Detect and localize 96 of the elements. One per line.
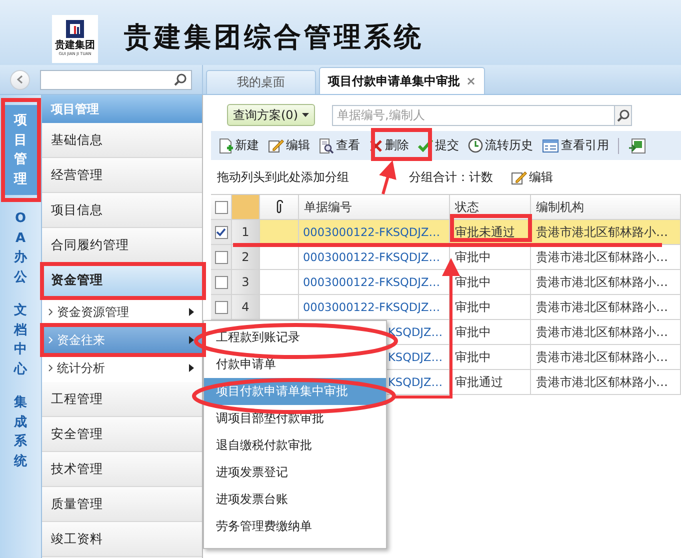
group-hint: 拖动列头到此处添加分组 [217, 168, 350, 186]
menu-item[interactable]: 安全管理 [42, 417, 202, 452]
table-row[interactable]: 3 0003000122-FKSQDJZ… 审批中 贵港市港北区郁林路小… [211, 270, 681, 295]
flyout-menu-item[interactable]: 进项发票登记 [204, 459, 386, 486]
chevron-left-icon [17, 75, 23, 84]
submenu-arrow-icon [189, 336, 194, 344]
new-document-icon [219, 138, 233, 154]
flyout-menu-item[interactable]: 退自缴税付款审批 [204, 432, 386, 459]
row-checkbox[interactable] [214, 276, 228, 288]
clock-icon [468, 138, 483, 153]
menu-item[interactable]: 竣工资料 [42, 522, 202, 557]
edit-button[interactable]: 编辑 [511, 168, 553, 186]
status-text: 审批中 [455, 324, 491, 340]
menu-item[interactable]: 技术管理 [42, 452, 202, 487]
edit-button[interactable]: 编辑 [268, 137, 310, 154]
document-number[interactable]: 0003000122-FKSQDJZ… [303, 276, 440, 288]
table-row[interactable]: 2 0003000122-FKSQDJZ… 审批中 贵港市港北区郁林路小… [211, 245, 681, 270]
row-number: 4 [242, 300, 250, 314]
side-tab[interactable]: 集成系统 [14, 393, 27, 471]
search-icon [174, 73, 187, 86]
system-title: 贵建集团综合管理系统 [124, 21, 424, 55]
logo-icon [63, 18, 87, 40]
search-icon [616, 108, 630, 122]
submenu-arrow-icon [189, 308, 194, 316]
back-button[interactable] [10, 70, 30, 90]
status-text: 审批中 [455, 248, 491, 266]
chevron-icon [48, 364, 53, 372]
organization-text: 贵港市港北区郁林路小… [536, 274, 668, 290]
submit-button[interactable]: 提交 [418, 137, 459, 154]
document-number[interactable]: KSQDJZ… [388, 376, 443, 388]
organization-text: 贵港市港北区郁林路小… [536, 298, 668, 316]
flyout-menu-item[interactable]: 进项发票台账 [204, 486, 386, 513]
row-checkbox[interactable] [214, 250, 228, 264]
export-button[interactable] [628, 138, 646, 154]
status-text: 审批未通过 [455, 224, 515, 240]
side-tab[interactable]: OA办公 [14, 209, 27, 287]
document-number[interactable]: KSQDJZ… [388, 326, 443, 338]
organization-text: 贵港市港北区郁林路小… [536, 248, 668, 266]
submenu-arrow-icon [189, 364, 194, 372]
status-text: 审批中 [455, 274, 491, 290]
menu-item[interactable]: 项目信息 [42, 193, 202, 228]
new-button[interactable]: 新建 [219, 137, 259, 154]
document-magnifier-icon [319, 138, 334, 154]
annotation-frame [371, 128, 432, 161]
organization-text: 贵港市港北区郁林路小… [536, 374, 668, 390]
document-number[interactable]: 0003000122-FKSQDJZ… [303, 226, 440, 238]
column-header[interactable]: 编制机构 [531, 195, 681, 220]
delete-icon [369, 138, 383, 152]
organization-text: 贵港市港北区郁林路小… [536, 224, 668, 240]
table-row[interactable]: 4 0003000122-FKSQDJZ… 审批中 贵港市港北区郁林路小… [211, 295, 681, 320]
tab[interactable]: 项目付款申请单集中审批 × [319, 67, 486, 94]
menu-title: 项目管理 [42, 95, 202, 123]
paperclip-icon [276, 200, 282, 214]
spreadsheet-export-icon [628, 138, 646, 154]
menu-item[interactable]: 工程管理 [42, 382, 202, 417]
menu-item[interactable]: 质量管理 [42, 487, 202, 522]
close-icon[interactable]: × [466, 74, 476, 88]
search-field[interactable]: 单据编号,编制人 [332, 104, 614, 126]
row-number: 3 [242, 275, 250, 289]
organization-text: 贵港市港北区郁林路小… [536, 348, 668, 366]
column-header[interactable]: 单据编号 [299, 195, 450, 220]
logo-text: 贵建集团 [55, 40, 95, 51]
view-button[interactable]: 查看 [319, 137, 360, 154]
row-number: 2 [242, 250, 250, 264]
chevron-icon [48, 308, 53, 316]
annotation-arrow [379, 160, 396, 194]
menu-search-field[interactable] [40, 70, 192, 90]
side-tab[interactable]: 文档中心 [14, 301, 27, 379]
group-summary: 分组合计：计数 [409, 168, 494, 186]
tab[interactable]: 我的桌面 [206, 70, 316, 94]
document-number[interactable]: 0003000122-FKSQDJZ… [303, 300, 440, 314]
menu-item[interactable]: 经营管理 [42, 158, 202, 193]
history-button[interactable]: 流转历史 [468, 137, 533, 154]
organization-text: 贵港市港北区郁林路小… [536, 324, 668, 340]
search-button[interactable] [614, 104, 632, 126]
pencil-icon [268, 138, 284, 153]
row-number: 1 [242, 225, 250, 239]
document-number[interactable]: KSQDJZ… [388, 350, 443, 364]
pencil-icon [511, 170, 527, 184]
flyout-menu-item[interactable]: 劳务管理费缴纳单 [204, 513, 386, 540]
delete-button[interactable]: 删除 [369, 137, 409, 154]
chevron-icon [48, 336, 53, 344]
row-checkbox[interactable] [214, 226, 228, 238]
status-text: 审批中 [455, 348, 491, 366]
menu-item[interactable]: 合同履约管理 [42, 228, 202, 263]
status-text: 审批中 [455, 298, 491, 316]
row-checkbox[interactable] [214, 200, 228, 214]
checkmark-icon [418, 139, 433, 152]
document-number[interactable]: 0003000122-FKSQDJZ… [303, 250, 440, 264]
reference-button[interactable]: 查看引用 [542, 137, 609, 154]
caret-icon [302, 113, 309, 117]
query-scheme-dropdown[interactable]: 查询方案(0) [227, 104, 315, 126]
status-text: 审批通过 [455, 374, 503, 390]
window-list-icon [542, 138, 559, 152]
menu-item[interactable]: 基础信息 [42, 123, 202, 158]
row-checkbox[interactable] [214, 300, 228, 314]
